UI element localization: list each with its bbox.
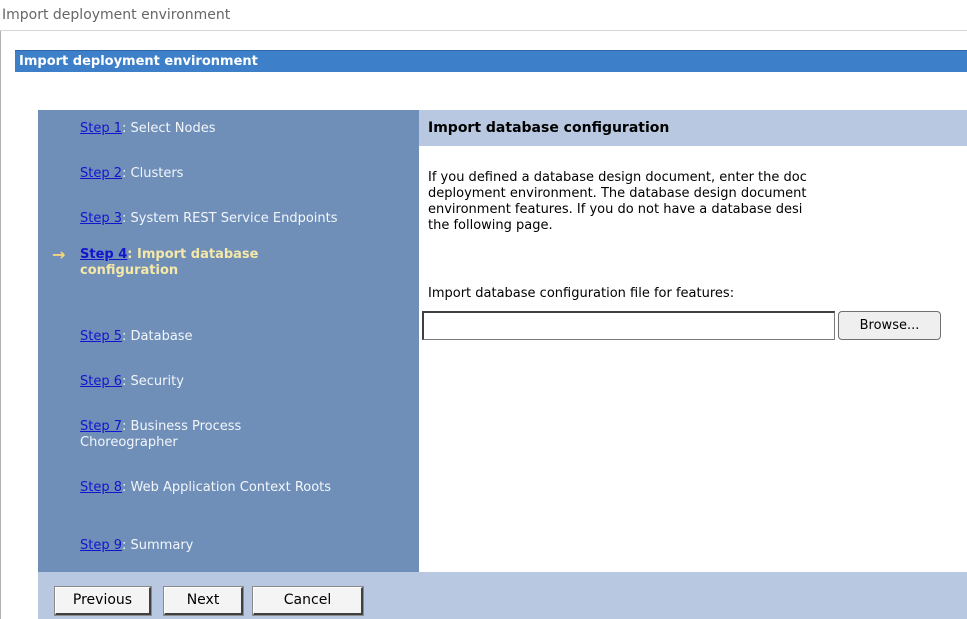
step-label-8: : Web Application Context Roots <box>122 480 332 495</box>
step-link-5[interactable]: Step 5 <box>80 329 122 344</box>
content-header: Import database configuration <box>419 110 967 146</box>
wizard-step-4-current: Step 4: Import database configuration <box>80 247 330 279</box>
step-link-6[interactable]: Step 6 <box>80 374 122 389</box>
wizard-step-7: Step 7: Business Process Choreographer <box>80 419 330 451</box>
description-line: the following page. <box>428 218 553 233</box>
content-description: If you defined a database design documen… <box>428 170 967 234</box>
step-label-5: : Database <box>122 329 193 344</box>
portlet-title: Import deployment environment <box>15 50 967 72</box>
step-link-7[interactable]: Step 7 <box>80 419 122 434</box>
browse-button[interactable]: Browse... <box>838 311 941 340</box>
frame-border <box>0 31 1 619</box>
description-line: deployment environment. The database des… <box>428 186 807 201</box>
wizard-footer: Previous Next Cancel <box>38 572 967 619</box>
step-link-9[interactable]: Step 9 <box>80 538 122 553</box>
wizard-step-9: Step 9: Summary <box>80 538 410 554</box>
step-link-8[interactable]: Step 8 <box>80 480 122 495</box>
wizard-step-5: Step 5: Database <box>80 329 410 345</box>
description-line: environment features. If you do not have… <box>428 202 803 217</box>
step-link-4[interactable]: Step 4 <box>80 247 127 262</box>
wizard-step-2: Step 2: Clusters <box>80 166 410 182</box>
step-label-9: : Summary <box>122 538 194 553</box>
import-file-input[interactable] <box>422 311 835 340</box>
import-file-label: Import database configuration file for f… <box>428 286 735 301</box>
wizard: → Step 1: Select Nodes Step 2: Clusters … <box>38 110 967 619</box>
current-step-arrow-icon: → <box>52 245 66 264</box>
step-label-6: : Security <box>122 374 184 389</box>
step-link-2[interactable]: Step 2 <box>80 166 122 181</box>
step-link-3[interactable]: Step 3 <box>80 211 122 226</box>
step-link-1[interactable]: Step 1 <box>80 121 122 136</box>
cancel-button[interactable]: Cancel <box>252 586 364 616</box>
wizard-step-1: Step 1: Select Nodes <box>80 121 410 137</box>
wizard-steps-panel: → Step 1: Select Nodes Step 2: Clusters … <box>38 110 419 572</box>
wizard-step-6: Step 6: Security <box>80 374 410 390</box>
breadcrumb: Import deployment environment <box>0 0 967 31</box>
next-button[interactable]: Next <box>163 586 244 616</box>
description-line: If you defined a database design documen… <box>428 170 807 185</box>
previous-button[interactable]: Previous <box>54 586 152 616</box>
wizard-step-3: Step 3: System REST Service Endpoints <box>80 211 350 227</box>
step-label-1: : Select Nodes <box>122 121 216 136</box>
step-label-3: : System REST Service Endpoints <box>122 211 338 226</box>
step-content-panel: Import database configuration If you def… <box>419 110 967 572</box>
step-label-2: : Clusters <box>122 166 184 181</box>
wizard-step-8: Step 8: Web Application Context Roots <box>80 480 380 496</box>
